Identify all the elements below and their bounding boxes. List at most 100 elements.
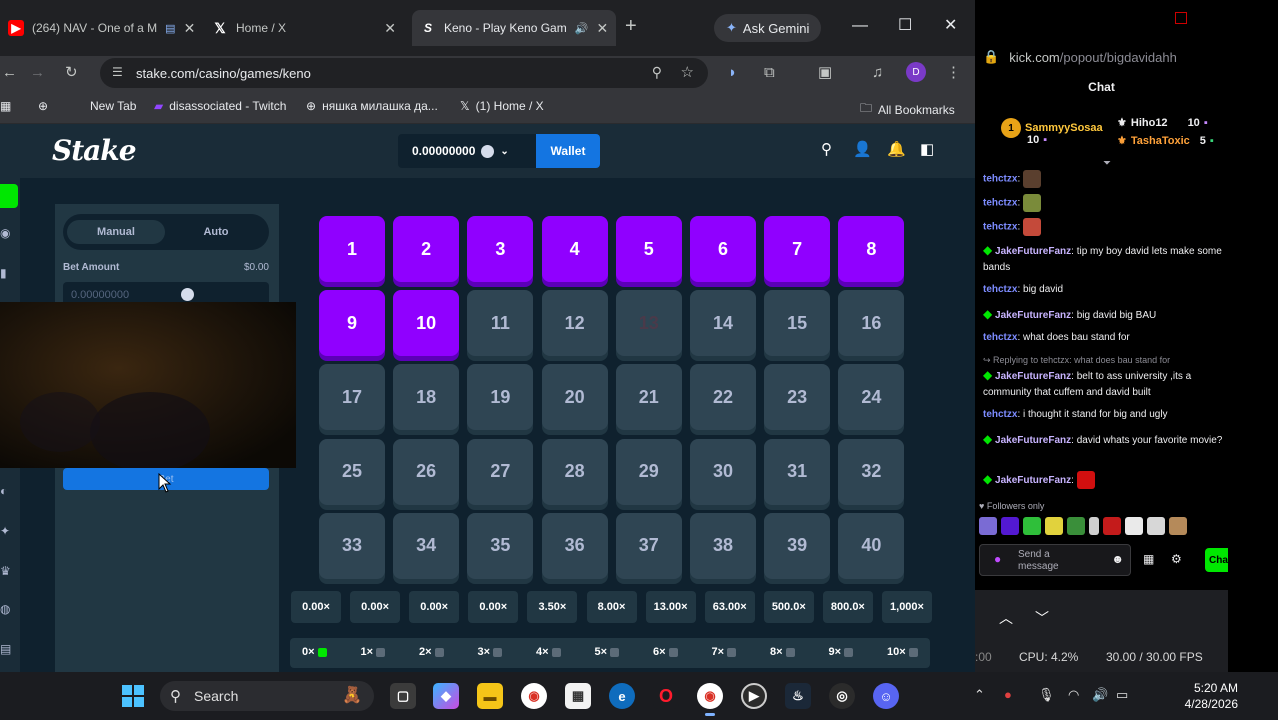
emote-icon[interactable] bbox=[1169, 517, 1187, 535]
keno-tile-27[interactable]: 27 bbox=[467, 438, 534, 505]
chat-url-bar[interactable]: 🔒 kick.com/popout/bigdavidahh bbox=[975, 42, 1228, 72]
emote-icon[interactable] bbox=[1103, 517, 1121, 535]
windows-start-icon[interactable] bbox=[122, 685, 144, 707]
reload-icon[interactable]: ↻ bbox=[65, 63, 78, 83]
leaderboard-third[interactable]: ⚜ TashaToxic 5 ▪ bbox=[1117, 134, 1214, 148]
store-icon[interactable]: ▦ bbox=[565, 683, 591, 709]
puzzle-icon[interactable]: ⧉ bbox=[764, 63, 775, 83]
chevron-up-icon[interactable]: ︿ bbox=[999, 608, 1021, 630]
discord-icon[interactable]: ☺ bbox=[873, 683, 899, 709]
keno-tile-9[interactable]: 9 bbox=[319, 290, 385, 357]
chrome-icon[interactable]: ◉ bbox=[521, 683, 547, 709]
chat-username[interactable]: JakeFutureFanz bbox=[995, 246, 1071, 257]
tray-overflow-icon[interactable]: ⌃ bbox=[974, 687, 985, 703]
tab-search-icon[interactable]: ▣ bbox=[818, 63, 832, 83]
site-info-icon[interactable]: ☰ bbox=[112, 65, 123, 79]
keno-tile-2[interactable]: 2 bbox=[393, 216, 460, 282]
emote-icon[interactable] bbox=[1147, 517, 1165, 535]
apps-icon[interactable]: ▦ bbox=[0, 99, 11, 113]
back-icon[interactable]: ← bbox=[2, 63, 17, 83]
search-icon[interactable]: ⚲ bbox=[821, 142, 832, 158]
copilot-icon[interactable]: ◆ bbox=[433, 683, 459, 709]
settings-icon[interactable]: ⚙ bbox=[1171, 552, 1182, 566]
new-tab-button[interactable]: + bbox=[625, 16, 637, 36]
microphone-icon[interactable]: 🎙 bbox=[1038, 687, 1055, 703]
keno-tile-11[interactable]: 11 bbox=[467, 290, 534, 357]
wifi-icon[interactable]: ◠ bbox=[1068, 687, 1079, 703]
vip-icon[interactable]: ♛ bbox=[0, 564, 11, 578]
globe-icon[interactable]: ⊕ bbox=[38, 99, 48, 113]
keno-tile-7[interactable]: 7 bbox=[764, 216, 831, 282]
chat-username[interactable]: JakeFutureFanz bbox=[995, 475, 1071, 486]
volume-icon[interactable]: 🔊 bbox=[1092, 687, 1108, 703]
keno-tile-22[interactable]: 22 bbox=[690, 364, 756, 431]
keno-tile-6[interactable]: 6 bbox=[690, 216, 756, 282]
emote-icon[interactable] bbox=[1089, 517, 1099, 535]
close-icon[interactable]: ✕ bbox=[384, 20, 396, 37]
keno-tile-23[interactable]: 23 bbox=[764, 364, 831, 431]
chat-toggle-icon[interactable]: ◧ bbox=[920, 142, 934, 158]
emote-icon[interactable] bbox=[1125, 517, 1143, 535]
bookmark-star-icon[interactable]: ☆ bbox=[681, 63, 694, 81]
stake-logo[interactable]: Stake bbox=[52, 134, 137, 167]
close-window-button[interactable]: ✕ bbox=[944, 16, 957, 36]
keno-tile-1[interactable]: 1 bbox=[319, 216, 385, 282]
keno-tile-39[interactable]: 39 bbox=[764, 512, 831, 579]
forward-icon[interactable]: → bbox=[30, 63, 45, 83]
keno-tile-40[interactable]: 40 bbox=[838, 512, 905, 579]
extension-icon[interactable]: ◗ bbox=[728, 63, 737, 83]
obs-icon[interactable]: ◎ bbox=[829, 683, 855, 709]
collapse-icon[interactable]: ⏷ bbox=[1103, 158, 1111, 169]
minimize-button[interactable]: — bbox=[852, 16, 868, 36]
close-icon[interactable]: ✕ bbox=[184, 20, 196, 37]
emote-icon[interactable] bbox=[1067, 517, 1085, 535]
chat-username[interactable]: tehctzx bbox=[983, 222, 1017, 233]
keno-tile-25[interactable]: 25 bbox=[319, 438, 385, 505]
keno-tile-17[interactable]: 17 bbox=[319, 364, 385, 431]
keno-tile-28[interactable]: 28 bbox=[541, 438, 608, 505]
keno-tile-31[interactable]: 31 bbox=[764, 438, 831, 505]
speaker-icon[interactable]: 🔊 bbox=[575, 22, 589, 35]
bookmark-twitch[interactable]: ▰ disassociated - Twitch bbox=[154, 99, 286, 113]
tab-x-home[interactable]: 𝕏 Home / X ✕ bbox=[204, 10, 404, 46]
mode-auto-tab[interactable]: Auto bbox=[167, 220, 265, 244]
chat-send-button[interactable]: Chat bbox=[1205, 548, 1228, 572]
emote-icon[interactable] bbox=[1001, 517, 1019, 535]
chat-username[interactable]: tehctzx bbox=[983, 284, 1017, 295]
chrome-active-icon[interactable]: ◉ bbox=[697, 683, 723, 716]
keno-tile-35[interactable]: 35 bbox=[467, 512, 534, 579]
media-player-icon[interactable]: ▶ bbox=[741, 683, 767, 709]
steam-icon[interactable]: ♨ bbox=[785, 683, 811, 709]
chat-username[interactable]: JakeFutureFanz bbox=[995, 371, 1071, 382]
gift-box-icon[interactable]: ▦ bbox=[1143, 552, 1154, 566]
keno-tile-19[interactable]: 19 bbox=[467, 364, 534, 431]
leaderboard-second[interactable]: ⚜ Hiho12 10 ▪ bbox=[1117, 116, 1208, 130]
task-view-icon[interactable]: ▢ bbox=[390, 683, 416, 709]
leaderboard-first[interactable]: 1 SammyySosaa bbox=[1001, 118, 1103, 138]
balance-dropdown[interactable]: 0.00000000 ⌄ bbox=[398, 134, 536, 168]
forum-icon[interactable]: ▤ bbox=[0, 642, 11, 656]
clock-date[interactable]: 4/28/2026 bbox=[1168, 697, 1238, 711]
keno-tile-14[interactable]: 14 bbox=[690, 290, 756, 357]
keno-tile-20[interactable]: 20 bbox=[541, 364, 608, 431]
close-icon[interactable]: ✕ bbox=[596, 20, 608, 37]
bell-icon[interactable]: 🔔 bbox=[887, 142, 906, 158]
bookmark-nyashka[interactable]: ⊕ няшка милашка да... bbox=[306, 99, 438, 113]
profile-avatar[interactable]: D bbox=[906, 62, 926, 82]
keno-tile-5[interactable]: 5 bbox=[615, 216, 682, 282]
affiliate-icon[interactable]: ✦ bbox=[0, 524, 10, 538]
chevron-down-icon[interactable]: ﹀ bbox=[1035, 608, 1057, 630]
zoom-icon[interactable]: ⚲ bbox=[652, 64, 662, 81]
opera-icon[interactable]: O bbox=[653, 683, 679, 709]
chat-username[interactable]: tehctzx bbox=[983, 174, 1017, 185]
keno-tile-34[interactable]: 34 bbox=[393, 512, 460, 579]
chat-username[interactable]: tehctzx bbox=[983, 332, 1017, 343]
tray-app-icon[interactable]: ● bbox=[1004, 687, 1012, 703]
chat-username[interactable]: JakeFutureFanz bbox=[995, 310, 1071, 321]
keno-tile-15[interactable]: 15 bbox=[764, 290, 831, 357]
menu-icon[interactable]: ⋮ bbox=[946, 63, 961, 83]
chat-username[interactable]: JakeFutureFanz bbox=[995, 435, 1071, 446]
restore-icon[interactable] bbox=[1175, 12, 1187, 24]
media-control-icon[interactable]: ♫ bbox=[872, 63, 883, 83]
tab-keno[interactable]: S Keno - Play Keno Gam 🔊 ✕ bbox=[412, 10, 616, 46]
